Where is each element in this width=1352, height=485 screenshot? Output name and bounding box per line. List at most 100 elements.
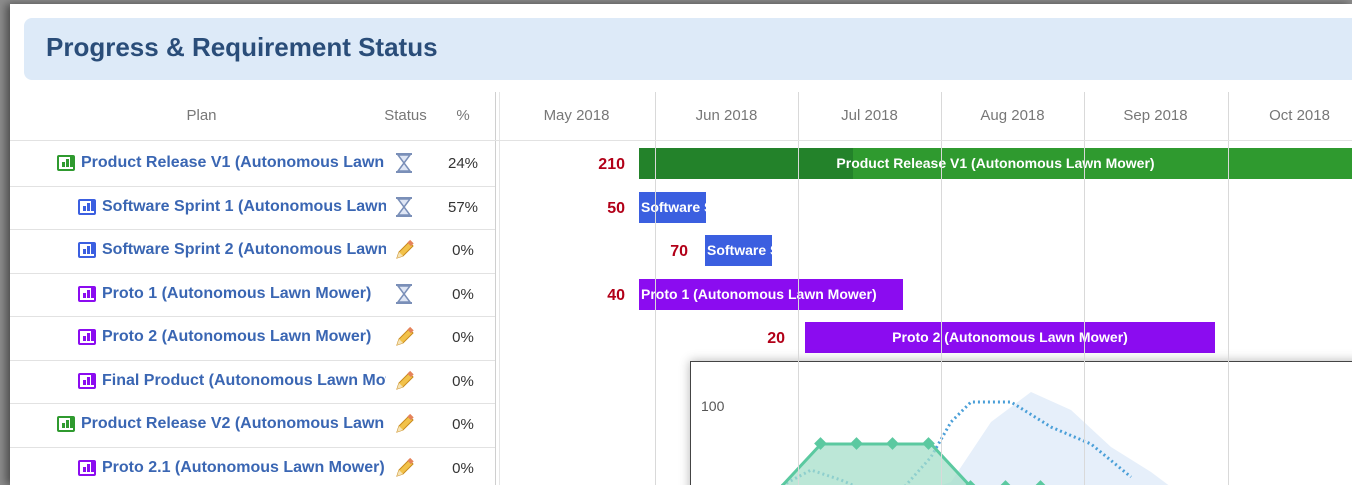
purple-chart-icon [78, 285, 96, 302]
month-gridline [655, 92, 656, 485]
icon-bar [91, 199, 94, 211]
icon-bar [83, 205, 86, 211]
icon-bar [83, 292, 86, 298]
month-header: May 2018 [543, 107, 610, 124]
month-header: Jul 2018 [841, 107, 898, 124]
icon-bar [91, 286, 94, 298]
icon-bar [70, 156, 73, 167]
icon-bar [87, 246, 90, 254]
pencil-icon [396, 413, 414, 433]
percent-complete: 0% [452, 459, 474, 477]
icon-bar [62, 162, 65, 167]
plan-name-link[interactable]: Final Product (Autonomous Lawn Mower) [102, 372, 386, 390]
icon-bar [87, 289, 90, 298]
percent-complete: 0% [452, 416, 474, 433]
icon-bar [83, 249, 86, 254]
blue-chart-icon [78, 242, 96, 258]
plan-name-link[interactable]: Product Release V1 (Autonomous Lawn Mowe… [81, 154, 386, 172]
requirement-count: 50 [607, 199, 625, 217]
plan-name-link[interactable]: Proto 1 (Autonomous Lawn Mower) [102, 285, 386, 303]
icon-bar [87, 333, 90, 341]
plan-row[interactable]: Product Release V1 (Autonomous Lawn Mowe… [10, 142, 495, 185]
grid-header: Plan Status % [10, 92, 500, 140]
percent-complete: 0% [452, 329, 474, 346]
plan-name-link[interactable]: Software Sprint 2 (Autonomous Lawn Mower… [102, 241, 386, 259]
percent-complete: 57% [447, 198, 479, 216]
plan-row[interactable]: Final Product (Autonomous Lawn Mower) 0% [10, 360, 495, 403]
month-header: Aug 2018 [980, 107, 1045, 124]
month-gridline [941, 92, 942, 485]
plan-name-link[interactable]: Software Sprint 1 (Autonomous Lawn Mower… [102, 198, 386, 216]
icon-bar [91, 330, 94, 341]
plan-row[interactable]: Proto 2 (Autonomous Lawn Mower) 0% [10, 316, 495, 359]
plan-name-link[interactable]: Proto 2 (Autonomous Lawn Mower) [102, 328, 386, 346]
plan-name-link[interactable]: Product Release V2 (Autonomous Lawn Mowe… [81, 415, 386, 433]
month-gridline [1228, 92, 1229, 485]
pencil-icon [396, 239, 414, 259]
percent-complete: 0% [452, 242, 474, 259]
hourglass-icon [396, 153, 412, 173]
icon-bar [70, 417, 73, 428]
gantt-bar-label: Proto 1 (Autonomous Lawn Mower) [641, 285, 877, 302]
month-header: Oct 2018 [1269, 107, 1330, 124]
plan-row[interactable]: Software Sprint 1 (Autonomous Lawn Mower… [10, 186, 495, 229]
gantt-bar-label: Software Sprint 2 (Autonomous Lawn Mower… [707, 242, 772, 258]
gantt-bar[interactable]: Proto 1 (Autonomous Lawn Mower) [639, 278, 903, 310]
icon-bar [66, 159, 69, 167]
purple-chart-icon [78, 459, 96, 476]
requirement-count: 40 [607, 286, 625, 304]
pencil-icon [396, 457, 414, 477]
icon-bar [91, 460, 94, 472]
grid-divider [495, 92, 496, 485]
gantt-bar-label: Software Sprint 1 (Autonomous Lawn Mower… [641, 198, 706, 215]
percent-complete: 0% [452, 372, 474, 390]
icon-bar [62, 423, 65, 428]
gantt-bar[interactable]: Software Sprint 2 (Autonomous Lawn Mower… [705, 235, 772, 266]
requirement-count: 210 [598, 156, 625, 173]
hourglass-icon [396, 283, 412, 304]
column-percent[interactable]: % [438, 107, 488, 124]
icon-bar [91, 373, 94, 385]
pencil-icon [396, 370, 414, 390]
blue-chart-icon [78, 198, 96, 215]
gantt-bar[interactable]: Proto 2 (Autonomous Lawn Mower) [805, 322, 1215, 353]
pencil-icon [396, 326, 414, 346]
icon-bar [83, 379, 86, 385]
month-gridline [798, 92, 799, 485]
requirement-count: 20 [767, 330, 785, 347]
plan-row[interactable]: Proto 1 (Autonomous Lawn Mower) 0% [10, 273, 495, 316]
plan-row[interactable]: Proto 2.1 (Autonomous Lawn Mower) 0% [10, 447, 495, 485]
column-plan[interactable]: Plan [10, 107, 393, 124]
gantt-bar-label: Proto 2 (Autonomous Lawn Mower) [892, 329, 1128, 345]
requirement-count: 70 [670, 243, 688, 260]
icon-bar [83, 466, 86, 472]
header-divider [10, 140, 1352, 141]
icon-bar [66, 420, 69, 428]
green-chart-icon [57, 416, 75, 432]
column-status[interactable]: Status [378, 107, 433, 124]
progress-panel: Progress & Requirement Status Plan Statu… [10, 4, 1352, 485]
plan-row[interactable]: Product Release V2 (Autonomous Lawn Mowe… [10, 403, 495, 446]
icon-bar [87, 202, 90, 211]
month-gridline [1084, 92, 1085, 485]
gantt-bar-label: Product Release V1 (Autonomous Lawn Mowe… [836, 155, 1155, 171]
month-header: Jun 2018 [695, 107, 758, 124]
gantt-bar[interactable]: Software Sprint 1 (Autonomous Lawn Mower… [639, 191, 706, 223]
icon-bar [87, 463, 90, 472]
purple-chart-icon [78, 329, 96, 345]
month-header: Sep 2018 [1123, 107, 1188, 124]
hourglass-icon [396, 196, 412, 217]
icon-bar [83, 336, 86, 341]
panel-title: Progress & Requirement Status [46, 32, 438, 62]
chart-popup: 100 [690, 361, 1352, 485]
icon-bar [87, 376, 90, 385]
purple-chart-icon [78, 372, 96, 389]
grid-divider [499, 92, 500, 485]
percent-complete: 0% [452, 285, 474, 303]
plan-row[interactable]: Software Sprint 2 (Autonomous Lawn Mower… [10, 229, 495, 272]
icon-bar [91, 243, 94, 254]
plan-name-link[interactable]: Proto 2.1 (Autonomous Lawn Mower) [102, 459, 386, 477]
gantt-bar[interactable]: Product Release V1 (Autonomous Lawn Mowe… [639, 148, 1352, 179]
green-chart-icon [57, 155, 75, 171]
percent-complete: 24% [447, 155, 479, 172]
